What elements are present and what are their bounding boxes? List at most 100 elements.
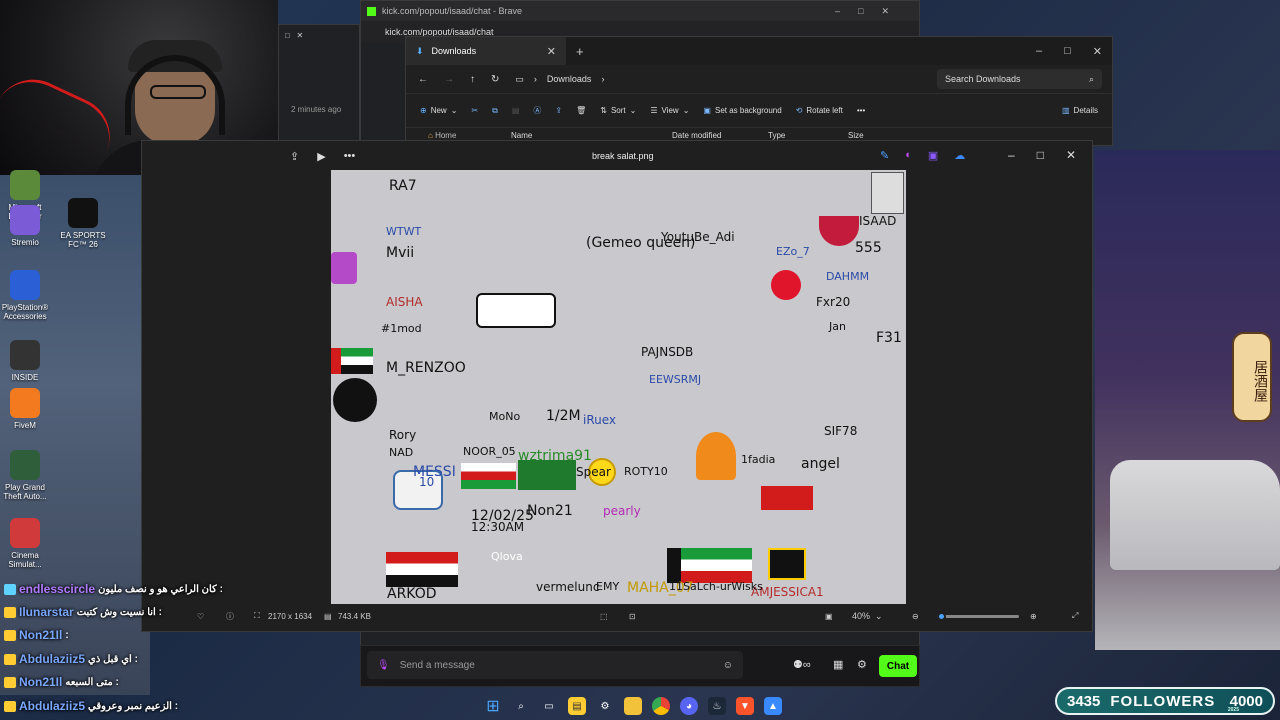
refresh-icon[interactable]: ↻ [491,74,499,85]
microphone-icon[interactable]: 🎙 [377,660,390,671]
settings-icon[interactable]: ⚙ [596,697,614,715]
desktop-icon-ea-fc[interactable]: EA SPORTS FC™ 26 [54,198,112,249]
bg-window-controls[interactable]: □ ✕ [285,31,303,40]
edit-icon[interactable]: ✎ [880,149,889,162]
breadcrumb[interactable]: ▭ › Downloads › [515,74,604,85]
cinema-icon [10,518,40,548]
zoom-out-icon[interactable]: ⊖ [912,612,919,621]
message-placeholder: Send a message [399,659,475,671]
steam-icon[interactable]: ♨ [708,697,726,715]
actual-size-icon[interactable]: ⊡ [629,612,636,621]
home-icon: ⌂ [428,131,433,140]
brave-title: kick.com/popout/isaad/chat - Brave [382,6,523,16]
rotate-left-button[interactable]: ⟲ Rotate left [796,106,843,115]
chat-username[interactable]: Non21Il [19,675,62,689]
slideshow-icon[interactable]: ▶ [317,150,325,163]
message-input[interactable]: 🎙 Send a message ☺ [367,651,743,679]
search-input[interactable]: Search Downloads ⌕ [937,69,1102,89]
chat-username[interactable]: Abdulaziiz5 [19,699,85,713]
cut-icon[interactable]: ✂ [471,106,478,115]
fullscreen-icon[interactable]: ⤢ [1072,611,1078,621]
sort-button[interactable]: ⇅ Sort ⌄ [600,106,636,115]
more-options-icon[interactable]: ••• [857,106,865,115]
brave-title-bar[interactable]: kick.com/popout/isaad/chat - Brave –□✕ [361,1,919,21]
minimize-button[interactable]: – [1008,148,1015,162]
details-button[interactable]: ▥ Details [1062,106,1112,115]
search-icon[interactable]: ⌕ [512,697,530,715]
desktop-icon-inside[interactable]: INSIDE [0,340,54,382]
column-name[interactable]: Name [511,131,672,140]
explorer-window-controls[interactable]: – □ ✕ [1036,45,1112,58]
desktop-icon-stremio[interactable]: Stremio [0,205,54,247]
paste-icon[interactable]: ▤ [512,106,520,115]
share-icon[interactable]: ⇪ [555,106,562,115]
zoom-slider-thumb[interactable] [937,612,947,621]
windows-start-icon[interactable]: ⊞ [484,697,502,715]
zoom-in-icon[interactable]: ⊕ [1030,612,1037,621]
close-window-button[interactable]: ✕ [1093,45,1102,58]
delete-icon[interactable]: 🗑 [576,106,586,115]
maximize-button[interactable]: □ [1037,148,1044,162]
chat-username[interactable]: Abdulaziiz5 [19,652,85,666]
desktop-icon-label: Play Grand Theft Auto... [3,483,47,502]
maximize-button[interactable]: □ [1064,45,1071,58]
onedrive-icon[interactable]: ☁ [954,149,965,162]
send-chat-button[interactable]: Chat [879,655,917,677]
file-explorer-icon[interactable] [624,697,642,715]
chat-username[interactable]: endlesscircle [19,582,95,596]
new-tab-button[interactable]: + [576,44,584,59]
desktop-icon-playstation[interactable]: PlayStation® Accessories [0,270,54,321]
set-background-button[interactable]: ▣ Set as background [703,106,781,115]
desktop-icon-gta[interactable]: Play Grand Theft Auto... [0,450,54,501]
art-scrawl-text: Spear [576,465,611,479]
designer-icon[interactable]: ▣ [928,149,938,162]
brave-window-controls[interactable]: –□✕ [835,6,919,17]
art-scrawl-text: iRuex [583,413,617,427]
desktop-icon-cinema[interactable]: Cinema Simulat... [0,518,54,569]
breadcrumb-downloads[interactable]: Downloads [547,74,592,84]
chat-username[interactable]: Non21Il [19,628,62,642]
photos-icon[interactable]: ▲ [764,697,782,715]
back-arrow-icon[interactable]: ← [418,74,428,85]
art-scrawl-text: WTWT [386,225,422,238]
file-explorer-window[interactable]: ⬇ Downloads ✕ + – □ ✕ ← → ↑ ↻ ▭ › Downlo… [405,36,1113,146]
brave-icon[interactable]: ▼ [736,697,754,715]
art-scrawl-text: pearly [603,504,641,518]
share-icon[interactable]: ⇪ [290,150,299,163]
close-window-button[interactable]: ✕ [1066,148,1076,162]
desktop-icon-fivem[interactable]: FiveM [0,388,54,430]
rotate-left-label: Rotate left [806,106,843,115]
explorer-tab-downloads[interactable]: ⬇ Downloads ✕ [406,37,566,65]
zoom-fit-icon[interactable]: ▣ [825,612,833,621]
column-size[interactable]: Size [848,131,908,140]
emoji-icon[interactable]: ☺ [723,660,743,671]
up-arrow-icon[interactable]: ↑ [470,74,475,85]
store-icon[interactable]: ▤ [568,697,586,715]
chrome-icon[interactable] [652,697,670,715]
new-button[interactable]: ⊕ New ⌄ [420,106,457,115]
gear-icon[interactable]: ⚙ [857,658,867,671]
home-nav-item[interactable]: ⌂ Home [406,131,511,140]
zoom-select[interactable]: 40% ⌄ [852,611,883,622]
column-date-modified[interactable]: Date modified [672,131,768,140]
zoom-slider[interactable] [937,612,1019,621]
clipchamp-icon[interactable]: ◐ [905,149,912,162]
rename-icon[interactable]: Ⓐ [533,105,541,116]
new-label: New [430,106,447,115]
desktop-icon-label: Cinema Simulat... [8,551,42,570]
forward-arrow-icon[interactable]: → [444,74,454,85]
column-type[interactable]: Type [768,131,848,140]
chat-username[interactable]: Ilunarstar [19,605,74,619]
copy-icon[interactable]: ⧉ [492,106,498,116]
more-options-icon[interactable]: ••• [344,150,356,163]
discord-icon[interactable]: ◕ [680,697,698,715]
view-button[interactable]: ☰ View ⌄ [650,106,689,115]
gift-icon[interactable]: ▦ [833,658,843,671]
minimize-button[interactable]: – [1036,45,1042,58]
task-view-icon[interactable]: ▭ [540,697,558,715]
art-scrawl-text: Fxr20 [816,295,851,309]
fit-icon[interactable]: ⬚ [600,612,608,621]
users-icon[interactable]: ⚉∞ [793,658,811,671]
close-tab-icon[interactable]: ✕ [547,45,556,58]
desktop-icon-label: INSIDE [11,373,39,382]
